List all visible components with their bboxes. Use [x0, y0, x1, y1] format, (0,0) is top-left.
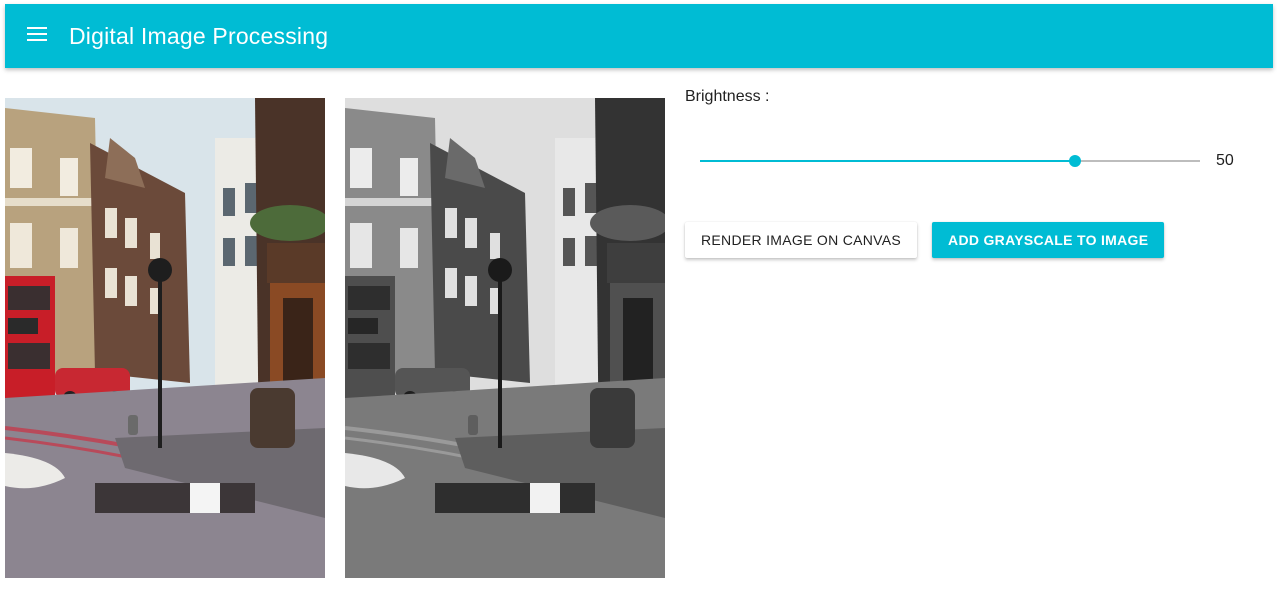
add-grayscale-button[interactable]: Add grayscale to image: [932, 222, 1165, 258]
slider-fill: [700, 160, 1075, 162]
grayscale-image: [345, 98, 665, 578]
action-buttons: Render image on canvas Add grayscale to …: [685, 222, 1165, 258]
slider-thumb[interactable]: [1069, 155, 1081, 167]
controls-panel: Brightness : 50 Render image on canvas A…: [685, 86, 1265, 258]
original-image: [5, 98, 325, 578]
slider-track[interactable]: [700, 160, 1200, 162]
menu-button[interactable]: [13, 12, 61, 60]
app-toolbar: Digital Image Processing: [5, 4, 1273, 68]
brightness-value: 50: [1216, 152, 1234, 169]
menu-icon: [27, 26, 47, 46]
render-image-button[interactable]: Render image on canvas: [685, 222, 918, 258]
brightness-label: Brightness :: [685, 88, 770, 105]
brightness-slider[interactable]: 50: [700, 149, 1260, 173]
app-title: Digital Image Processing: [69, 22, 329, 49]
